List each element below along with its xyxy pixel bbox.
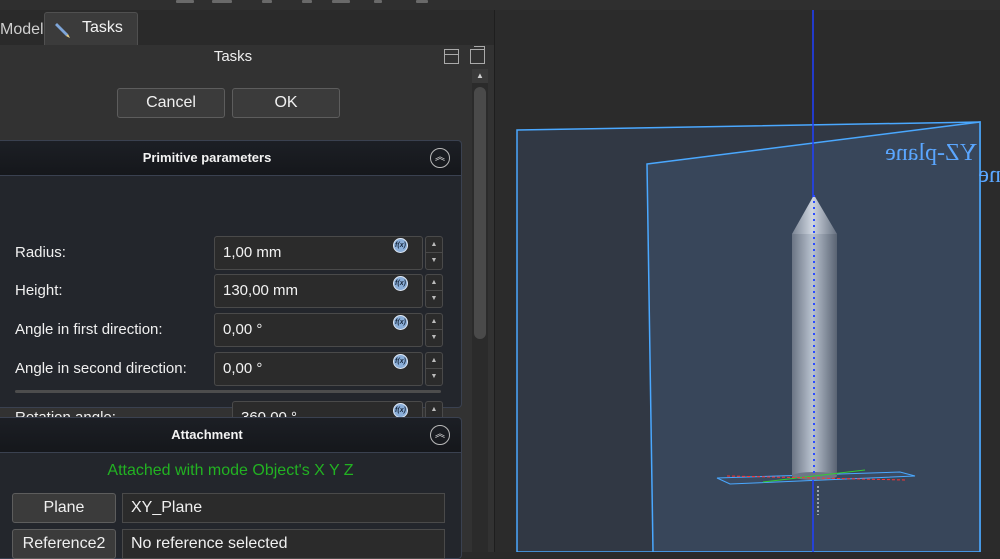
3d-scene[interactable]: YZ-plane ne (495, 10, 1000, 552)
expression-icon[interactable]: f(x) (393, 276, 408, 291)
angle1-spinner[interactable]: ▲ ▼ (425, 313, 443, 347)
3d-viewport[interactable]: YZ-plane ne (494, 10, 1000, 552)
radius-value: 1,00 mm (223, 244, 282, 261)
toolbar-icon[interactable] (212, 0, 232, 3)
spin-down-icon[interactable]: ▼ (426, 253, 442, 268)
group-title: Attachment (171, 427, 243, 442)
spin-up-icon[interactable]: ▲ (426, 314, 442, 330)
group-header: Attachment ︽ (0, 418, 461, 453)
plane-label: YZ-plane (885, 140, 977, 166)
toolbar-icon[interactable] (262, 0, 272, 3)
panel-title: Tasks (213, 48, 253, 65)
reference1-field[interactable]: XY_Plane (122, 493, 445, 523)
height-value: 130,00 mm (223, 282, 299, 299)
group-title: Primitive parameters (142, 150, 272, 165)
toolbar-icon[interactable] (416, 0, 428, 3)
spin-up-icon[interactable]: ▲ (426, 402, 442, 418)
angle2-value: 0,00 ° (223, 360, 263, 377)
expression-icon[interactable]: f(x) (393, 315, 408, 330)
cylinder-body[interactable] (792, 234, 837, 476)
spin-up-icon[interactable]: ▲ (426, 353, 442, 369)
radius-spinner[interactable]: ▲ ▼ (425, 236, 443, 270)
expression-icon[interactable]: f(x) (393, 354, 408, 369)
angle2-spinner[interactable]: ▲ ▼ (425, 352, 443, 386)
reference2-button[interactable]: Reference2 (12, 529, 116, 559)
collapse-icon[interactable]: ︽ (430, 425, 450, 445)
spin-up-icon[interactable]: ▲ (426, 275, 442, 291)
collapse-icon[interactable]: ︽ (430, 148, 450, 168)
toolbar-icon[interactable] (302, 0, 312, 3)
ok-button[interactable]: OK (232, 88, 340, 118)
attachment-group: Attachment ︽ Attached with mode Object's… (0, 417, 462, 559)
toolbar-icon[interactable] (332, 0, 350, 3)
angle1-value: 0,00 ° (223, 321, 263, 338)
tab-tasks[interactable]: Tasks (44, 12, 138, 47)
angle2-field[interactable]: 0,00 ° f(x) (214, 352, 423, 386)
angle2-label: Angle in second direction: (15, 360, 187, 377)
radius-field[interactable]: 1,00 mm f(x) (214, 236, 423, 270)
tab-tasks-label: Tasks (82, 19, 123, 36)
spin-up-icon[interactable]: ▲ (426, 237, 442, 253)
reference2-value: No reference selected (131, 535, 288, 552)
attachment-status-message: Attached with mode Object's X Y Z (107, 462, 354, 479)
height-label: Height: (15, 282, 63, 299)
height-field[interactable]: 130,00 mm f(x) (214, 274, 423, 308)
panel-scrollbar[interactable]: ▲ (472, 69, 488, 552)
toolbar-icon[interactable] (176, 0, 194, 3)
tasks-panel: Tasks ▲ Cancel OK Primitive parameters ︽… (0, 45, 494, 559)
spin-down-icon[interactable]: ▼ (426, 291, 442, 306)
angle1-label: Angle in first direction: (15, 321, 163, 338)
reference1-button[interactable]: Plane (12, 493, 116, 523)
angle1-field[interactable]: 0,00 ° f(x) (214, 313, 423, 347)
expression-icon[interactable]: f(x) (393, 403, 408, 418)
group-header: Primitive parameters ︽ (0, 141, 461, 176)
separator (15, 390, 441, 393)
height-spinner[interactable]: ▲ ▼ (425, 274, 443, 308)
spin-down-icon[interactable]: ▼ (426, 369, 442, 384)
reference2-field[interactable]: No reference selected (122, 529, 445, 559)
scroll-up-icon[interactable]: ▲ (472, 69, 488, 83)
dock-float-icon[interactable] (444, 49, 459, 64)
expression-icon[interactable]: f(x) (393, 238, 408, 253)
cancel-button[interactable]: Cancel (117, 88, 225, 118)
pencil-icon (55, 23, 70, 38)
dock-undock-icon[interactable] (470, 46, 485, 64)
plane-label-secondary: ne (978, 162, 1000, 188)
spin-down-icon[interactable]: ▼ (426, 330, 442, 345)
toolbar-icon[interactable] (374, 0, 382, 3)
reference1-value: XY_Plane (131, 499, 203, 516)
radius-label: Radius: (15, 244, 66, 261)
primitive-parameters-group: Primitive parameters ︽ Radius: 1,00 mm f… (0, 140, 462, 435)
scroll-thumb[interactable] (474, 87, 486, 339)
